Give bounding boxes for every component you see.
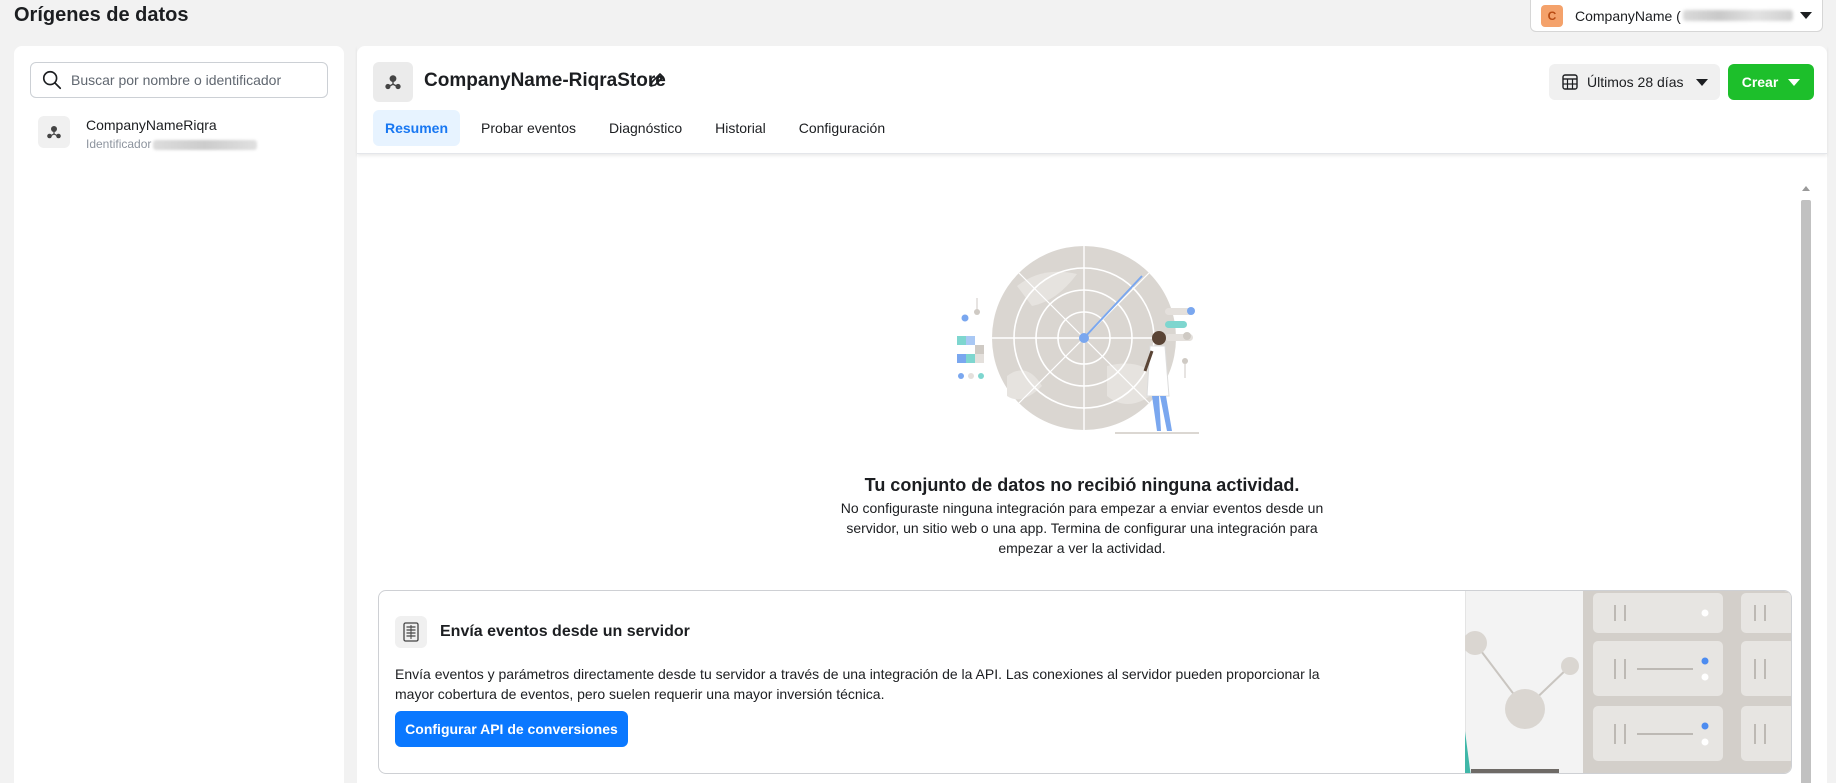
tab-historial[interactable]: Historial bbox=[703, 110, 778, 146]
chevron-down-icon bbox=[1800, 12, 1812, 19]
search-icon bbox=[42, 70, 62, 90]
dataset-header: CompanyName-RiqraStore Últimos 28 días C… bbox=[357, 46, 1827, 154]
account-name: CompanyName ( bbox=[1575, 8, 1793, 24]
source-id-redacted bbox=[153, 139, 258, 150]
account-avatar: C bbox=[1541, 4, 1563, 27]
dataset-title: CompanyName-RiqraStore bbox=[424, 70, 666, 91]
date-range-label: Últimos 28 días bbox=[1587, 74, 1684, 90]
source-id-label: Identificador bbox=[86, 137, 152, 151]
server-card-title: Envía eventos desde un servidor bbox=[440, 623, 690, 640]
account-switcher[interactable]: C CompanyName ( bbox=[1530, 0, 1823, 32]
create-button[interactable]: Crear bbox=[1728, 64, 1814, 100]
calendar-icon bbox=[1562, 74, 1578, 90]
source-name: CompanyNameRiqra bbox=[86, 117, 217, 133]
server-icon bbox=[395, 616, 427, 648]
configure-api-button[interactable]: Configurar API de conversiones bbox=[395, 711, 628, 747]
tab-diagnostico[interactable]: Diagnóstico bbox=[597, 110, 694, 146]
pencil-icon[interactable] bbox=[647, 70, 667, 90]
main-panel: CompanyName-RiqraStore Últimos 28 días C… bbox=[357, 46, 1827, 783]
server-rack-illustration bbox=[1465, 591, 1791, 773]
list-item[interactable]: CompanyNameRiqra Identificador bbox=[38, 116, 258, 151]
search-input[interactable] bbox=[71, 72, 311, 88]
radar-illustration bbox=[957, 246, 1199, 434]
search-box[interactable] bbox=[30, 62, 328, 98]
tab-bar: Resumen Probar eventos Diagnóstico Histo… bbox=[373, 110, 906, 146]
chevron-down-icon bbox=[1788, 78, 1801, 86]
source-id: Identificador bbox=[86, 137, 258, 151]
tab-configuracion[interactable]: Configuración bbox=[787, 110, 897, 146]
chevron-down-icon bbox=[1696, 78, 1708, 86]
dataset-icon bbox=[373, 62, 413, 102]
server-card-description: Envía eventos y parámetros directamente … bbox=[395, 666, 1320, 702]
tab-probar-eventos[interactable]: Probar eventos bbox=[469, 110, 588, 146]
dataset-icon bbox=[38, 116, 70, 148]
account-id-redacted bbox=[1682, 9, 1793, 21]
empty-state-description: No configuraste ninguna integración para… bbox=[840, 500, 1324, 556]
tab-resumen[interactable]: Resumen bbox=[373, 110, 461, 146]
sidebar: CompanyNameRiqra Identificador bbox=[14, 46, 344, 783]
empty-state-title: Tu conjunto de datos no recibió ninguna … bbox=[864, 475, 1300, 495]
create-button-label: Crear bbox=[1741, 74, 1779, 90]
scroll-up-arrow-icon[interactable] bbox=[1802, 186, 1810, 191]
page-title: Orígenes de datos bbox=[14, 4, 189, 26]
account-name-label: CompanyName ( bbox=[1575, 7, 1681, 24]
date-range-select[interactable]: Últimos 28 días bbox=[1549, 64, 1720, 100]
server-events-card: Envía eventos desde un servidor Envía ev… bbox=[378, 590, 1792, 774]
